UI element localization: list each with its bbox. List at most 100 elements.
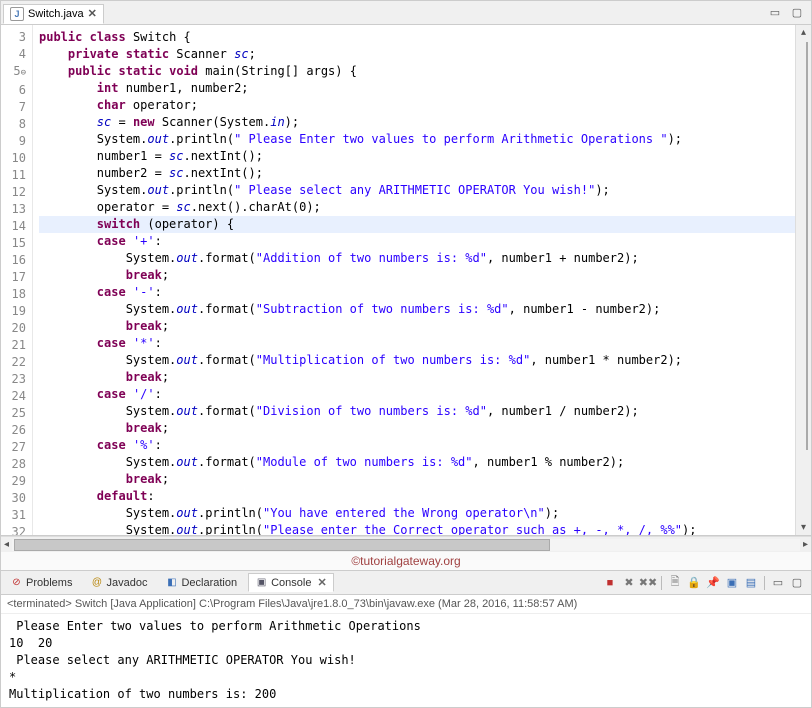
java-file-icon: J <box>10 7 24 21</box>
editor-tab-bar: J Switch.java ✕ ▭ ▢ <box>1 1 811 25</box>
declaration-icon: ◧ <box>165 576 178 589</box>
code-line[interactable]: public static void main(String[] args) { <box>39 63 795 80</box>
code-line[interactable]: System.out.format("Addition of two numbe… <box>39 250 795 267</box>
code-line[interactable]: int number1, number2; <box>39 80 795 97</box>
javadoc-icon: @ <box>90 576 103 589</box>
line-number: 27 <box>5 439 26 456</box>
scroll-lock-icon[interactable]: 🔒 <box>686 575 702 591</box>
code-line[interactable]: break; <box>39 369 795 386</box>
scroll-right-arrow-icon[interactable]: ▸ <box>800 539 811 550</box>
horizontal-scroll-track[interactable] <box>12 539 800 551</box>
minimize-view-icon[interactable]: ▭ <box>770 575 786 591</box>
code-line[interactable]: char operator; <box>39 97 795 114</box>
close-tab-icon[interactable]: ✕ <box>88 7 97 20</box>
bottom-view-tabs: ⊘ Problems @ Javadoc ◧ Declaration ▣ Con… <box>1 571 811 595</box>
code-line[interactable]: System.out.format("Division of two numbe… <box>39 403 795 420</box>
tab-console[interactable]: ▣ Console ✕ <box>248 573 334 592</box>
vertical-scrollbar[interactable]: ▴ ▾ <box>795 25 811 535</box>
console-process-header: <terminated> Switch [Java Application] C… <box>1 595 811 614</box>
line-number: 30 <box>5 490 26 507</box>
line-number: 11 <box>5 167 26 184</box>
code-line[interactable]: public class Switch { <box>39 29 795 46</box>
code-line[interactable]: case '*': <box>39 335 795 352</box>
line-number: 4 <box>5 46 26 63</box>
code-line[interactable]: System.out.println(" Please select any A… <box>39 182 795 199</box>
code-line[interactable]: System.out.println("You have entered the… <box>39 505 795 522</box>
display-selected-console-icon[interactable]: ▣ <box>724 575 740 591</box>
clear-console-icon[interactable]: 🗎 <box>667 575 683 591</box>
code-line[interactable]: break; <box>39 420 795 437</box>
line-number: 13 <box>5 201 26 218</box>
horizontal-scroll-thumb[interactable] <box>14 539 550 551</box>
line-number: 20 <box>5 320 26 337</box>
line-number: 19 <box>5 303 26 320</box>
console-icon: ▣ <box>255 576 268 589</box>
pin-console-icon[interactable]: 📌 <box>705 575 721 591</box>
maximize-icon[interactable]: ▢ <box>789 5 805 21</box>
code-line[interactable]: operator = sc.next().charAt(0); <box>39 199 795 216</box>
code-line[interactable]: break; <box>39 318 795 335</box>
open-console-icon[interactable]: ▤ <box>743 575 759 591</box>
code-line[interactable]: System.out.format("Module of two numbers… <box>39 454 795 471</box>
code-line[interactable]: switch (operator) { <box>39 216 795 233</box>
code-line[interactable]: System.out.format("Multiplication of two… <box>39 352 795 369</box>
code-line[interactable]: sc = new Scanner(System.in); <box>39 114 795 131</box>
console-toolbar: ■ ✖ ✖✖ 🗎 🔒 📌 ▣ ▤ ▭ ▢ <box>602 575 811 591</box>
line-number: 22 <box>5 354 26 371</box>
watermark-text: ©tutorialgateway.org <box>1 552 811 570</box>
tab-problems-label: Problems <box>26 577 72 589</box>
code-line[interactable]: case '%': <box>39 437 795 454</box>
code-line[interactable]: System.out.println(" Please Enter two va… <box>39 131 795 148</box>
line-number: 28 <box>5 456 26 473</box>
tab-problems[interactable]: ⊘ Problems <box>3 573 79 592</box>
line-number: 26 <box>5 422 26 439</box>
line-number: 6 <box>5 82 26 99</box>
code-line[interactable]: break; <box>39 267 795 284</box>
line-number: 12 <box>5 184 26 201</box>
tab-javadoc[interactable]: @ Javadoc <box>83 573 154 592</box>
code-editor[interactable]: public class Switch { private static Sca… <box>33 25 795 535</box>
maximize-view-icon[interactable]: ▢ <box>789 575 805 591</box>
tab-javadoc-label: Javadoc <box>106 577 147 589</box>
code-line[interactable]: case '/': <box>39 386 795 403</box>
remove-all-terminated-icon[interactable]: ✖✖ <box>640 575 656 591</box>
bottom-pane: ⊘ Problems @ Javadoc ◧ Declaration ▣ Con… <box>1 570 811 707</box>
code-line[interactable]: private static Scanner sc; <box>39 46 795 63</box>
line-number: 32 <box>5 524 26 536</box>
line-number: 9 <box>5 133 26 150</box>
editor-tab-title: Switch.java <box>28 8 84 20</box>
line-number: 7 <box>5 99 26 116</box>
close-console-tab-icon[interactable]: ✕ <box>317 576 326 589</box>
code-line[interactable]: break; <box>39 471 795 488</box>
remove-launch-icon[interactable]: ✖ <box>621 575 637 591</box>
minimize-icon[interactable]: ▭ <box>767 5 783 21</box>
code-line[interactable]: default: <box>39 488 795 505</box>
code-line[interactable]: number1 = sc.nextInt(); <box>39 148 795 165</box>
line-number: 21 <box>5 337 26 354</box>
console-output[interactable]: Please Enter two values to perform Arith… <box>1 614 811 707</box>
line-number: 31 <box>5 507 26 524</box>
editor-tab-switch-java[interactable]: J Switch.java ✕ <box>3 4 104 24</box>
editor-area: 345⊖678910111213141516171819202122232425… <box>1 25 811 536</box>
line-number: 24 <box>5 388 26 405</box>
terminate-icon[interactable]: ■ <box>602 575 618 591</box>
line-number: 5⊖ <box>5 63 26 82</box>
line-number: 25 <box>5 405 26 422</box>
code-line[interactable]: number2 = sc.nextInt(); <box>39 165 795 182</box>
scroll-left-arrow-icon[interactable]: ◂ <box>1 539 12 550</box>
scroll-up-arrow-icon[interactable]: ▴ <box>801 25 806 40</box>
line-number: 16 <box>5 252 26 269</box>
horizontal-scrollbar[interactable]: ◂ ▸ <box>1 536 811 552</box>
line-number: 10 <box>5 150 26 167</box>
tab-console-label: Console <box>271 577 311 589</box>
code-line[interactable]: System.out.format("Subtraction of two nu… <box>39 301 795 318</box>
vertical-scroll-thumb[interactable] <box>806 42 808 450</box>
line-number: 15 <box>5 235 26 252</box>
scroll-down-arrow-icon[interactable]: ▾ <box>801 520 806 535</box>
code-line[interactable]: System.out.println("Please enter the Cor… <box>39 522 795 535</box>
line-number-gutter: 345⊖678910111213141516171819202122232425… <box>1 25 33 535</box>
code-line[interactable]: case '+': <box>39 233 795 250</box>
line-number: 29 <box>5 473 26 490</box>
tab-declaration[interactable]: ◧ Declaration <box>158 573 244 592</box>
code-line[interactable]: case '-': <box>39 284 795 301</box>
